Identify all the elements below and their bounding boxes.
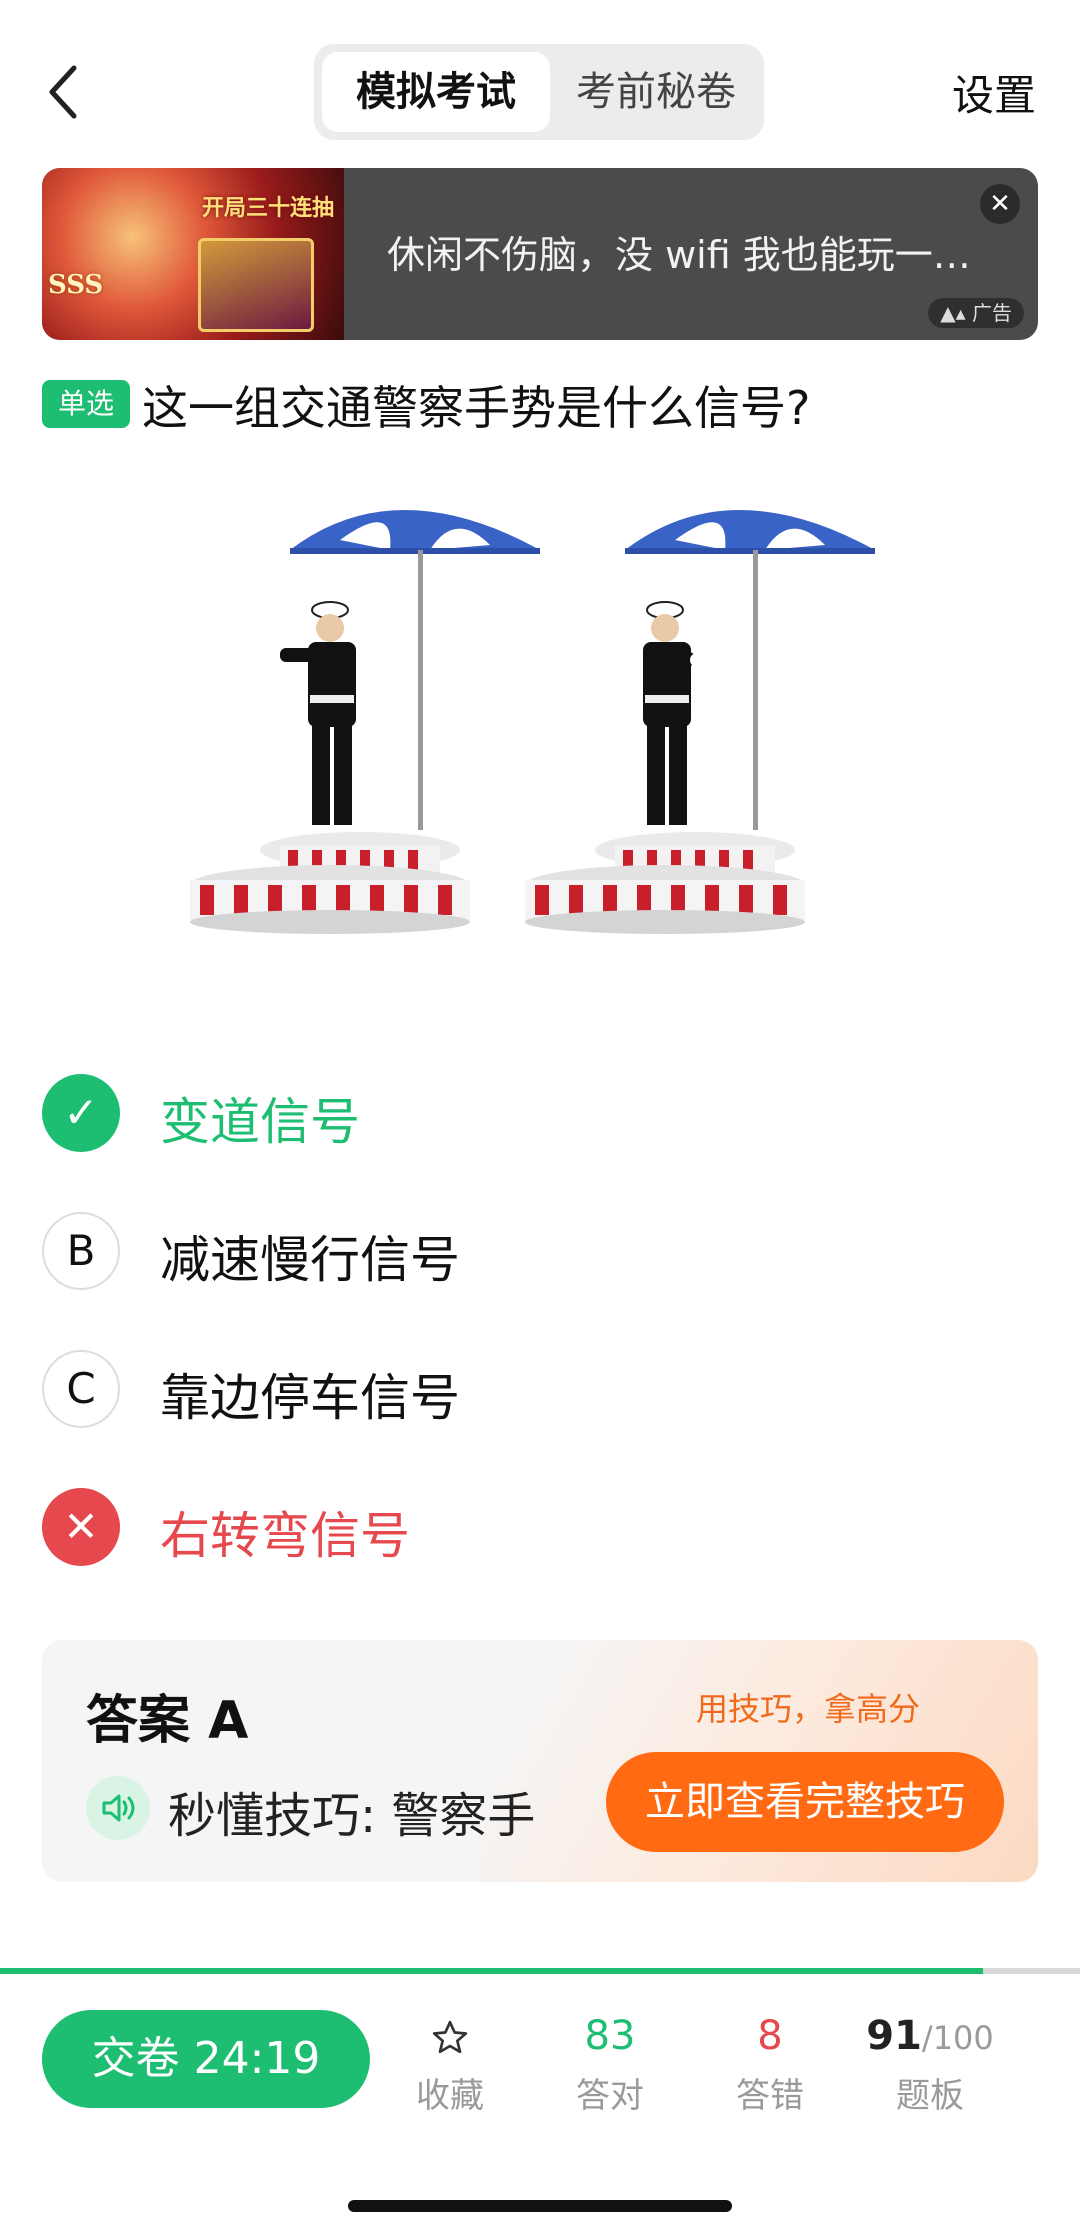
police-figure-right bbox=[525, 510, 875, 934]
favorite-label: 收藏 bbox=[416, 2076, 484, 2116]
question-text: 这一组交通警察手势是什么信号? bbox=[142, 381, 811, 435]
police-figure-left bbox=[190, 510, 540, 934]
view-full-tips-button[interactable]: 立即查看完整技巧 bbox=[606, 1752, 1004, 1852]
top-navigation: 模拟考试 考前秘卷 设置 bbox=[0, 0, 1080, 160]
wrong-count-stat[interactable]: 8 答错 bbox=[700, 2010, 840, 2117]
question-type-tag: 单选 bbox=[42, 380, 130, 428]
speaker-icon[interactable] bbox=[86, 1776, 150, 1840]
option-c-letter: C bbox=[42, 1350, 120, 1428]
exam-progress-bar bbox=[0, 1968, 1080, 1974]
option-d-wrong-cross-icon: ✕ bbox=[42, 1488, 120, 1566]
question-board-button[interactable]: 91/100 题板 bbox=[860, 2010, 1000, 2117]
board-total: /100 bbox=[921, 2019, 994, 2057]
correct-count: 83 bbox=[584, 2013, 636, 2059]
answer-title: 答案 A bbox=[86, 1691, 249, 1751]
settings-button[interactable]: 设置 bbox=[952, 62, 1036, 123]
ad-text: 休闲不伤脑，没 wifi 我也能玩一… bbox=[387, 233, 971, 277]
ad-logo-icon: ▲▴ bbox=[940, 301, 966, 325]
option-a[interactable]: ✓ 变道信号 bbox=[42, 1074, 1042, 1154]
question-board-progress: 91/100 bbox=[860, 2010, 1000, 2062]
option-b-label: 减速慢行信号 bbox=[160, 1231, 460, 1289]
home-indicator bbox=[348, 2200, 732, 2212]
option-a-correct-check-icon: ✓ bbox=[42, 1074, 120, 1152]
favorite-button[interactable]: 收藏 bbox=[380, 2010, 520, 2117]
traffic-police-gesture-image bbox=[190, 510, 875, 934]
correct-label: 答对 bbox=[576, 2076, 644, 2116]
ad-image: 开局三十连抽 SSS bbox=[42, 168, 344, 340]
favorite-star-icon bbox=[380, 2010, 520, 2062]
option-b[interactable]: B 减速慢行信号 bbox=[42, 1212, 1042, 1292]
ad-image-title: 开局三十连抽 bbox=[201, 196, 334, 221]
ad-close-icon[interactable]: ✕ bbox=[980, 184, 1020, 224]
back-arrow-icon[interactable] bbox=[44, 62, 84, 122]
wrong-count: 8 bbox=[757, 2013, 783, 2059]
tip-text: 秒懂技巧: 警察手 bbox=[168, 1788, 536, 1844]
submit-exam-button[interactable]: 交卷 24:19 bbox=[42, 2010, 370, 2108]
correct-count-stat[interactable]: 83 答对 bbox=[540, 2010, 680, 2117]
option-b-letter: B bbox=[42, 1212, 120, 1290]
exam-progress-fill bbox=[0, 1968, 983, 1974]
ad-image-rank: SSS bbox=[48, 270, 104, 300]
board-current: 91 bbox=[866, 2013, 922, 2059]
board-label: 题板 bbox=[896, 2076, 964, 2116]
tab-secret-paper[interactable]: 考前秘卷 bbox=[554, 52, 758, 132]
ad-badge-label: 广告 bbox=[972, 301, 1012, 325]
option-c-label: 靠边停车信号 bbox=[160, 1369, 460, 1427]
ad-badge: ▲▴ 广告 bbox=[928, 298, 1024, 328]
exam-mode-switch: 模拟考试 考前秘卷 bbox=[314, 44, 764, 140]
option-d-label: 右转弯信号 bbox=[160, 1507, 410, 1565]
wrong-label: 答错 bbox=[736, 2076, 804, 2116]
option-a-label: 变道信号 bbox=[160, 1093, 360, 1151]
answer-promo-text: 用技巧，拿高分 bbox=[695, 1690, 920, 1728]
tab-mock-exam[interactable]: 模拟考试 bbox=[322, 52, 550, 132]
ad-image-card bbox=[198, 238, 314, 332]
option-c[interactable]: C 靠边停车信号 bbox=[42, 1350, 1042, 1430]
answer-panel: 答案 A 用技巧，拿高分 秒懂技巧: 警察手 立即查看完整技巧 bbox=[42, 1640, 1038, 1882]
ad-banner[interactable]: 开局三十连抽 SSS 休闲不伤脑，没 wifi 我也能玩一… ✕ ▲▴ 广告 bbox=[42, 168, 1038, 340]
option-d[interactable]: ✕ 右转弯信号 bbox=[42, 1488, 1042, 1568]
